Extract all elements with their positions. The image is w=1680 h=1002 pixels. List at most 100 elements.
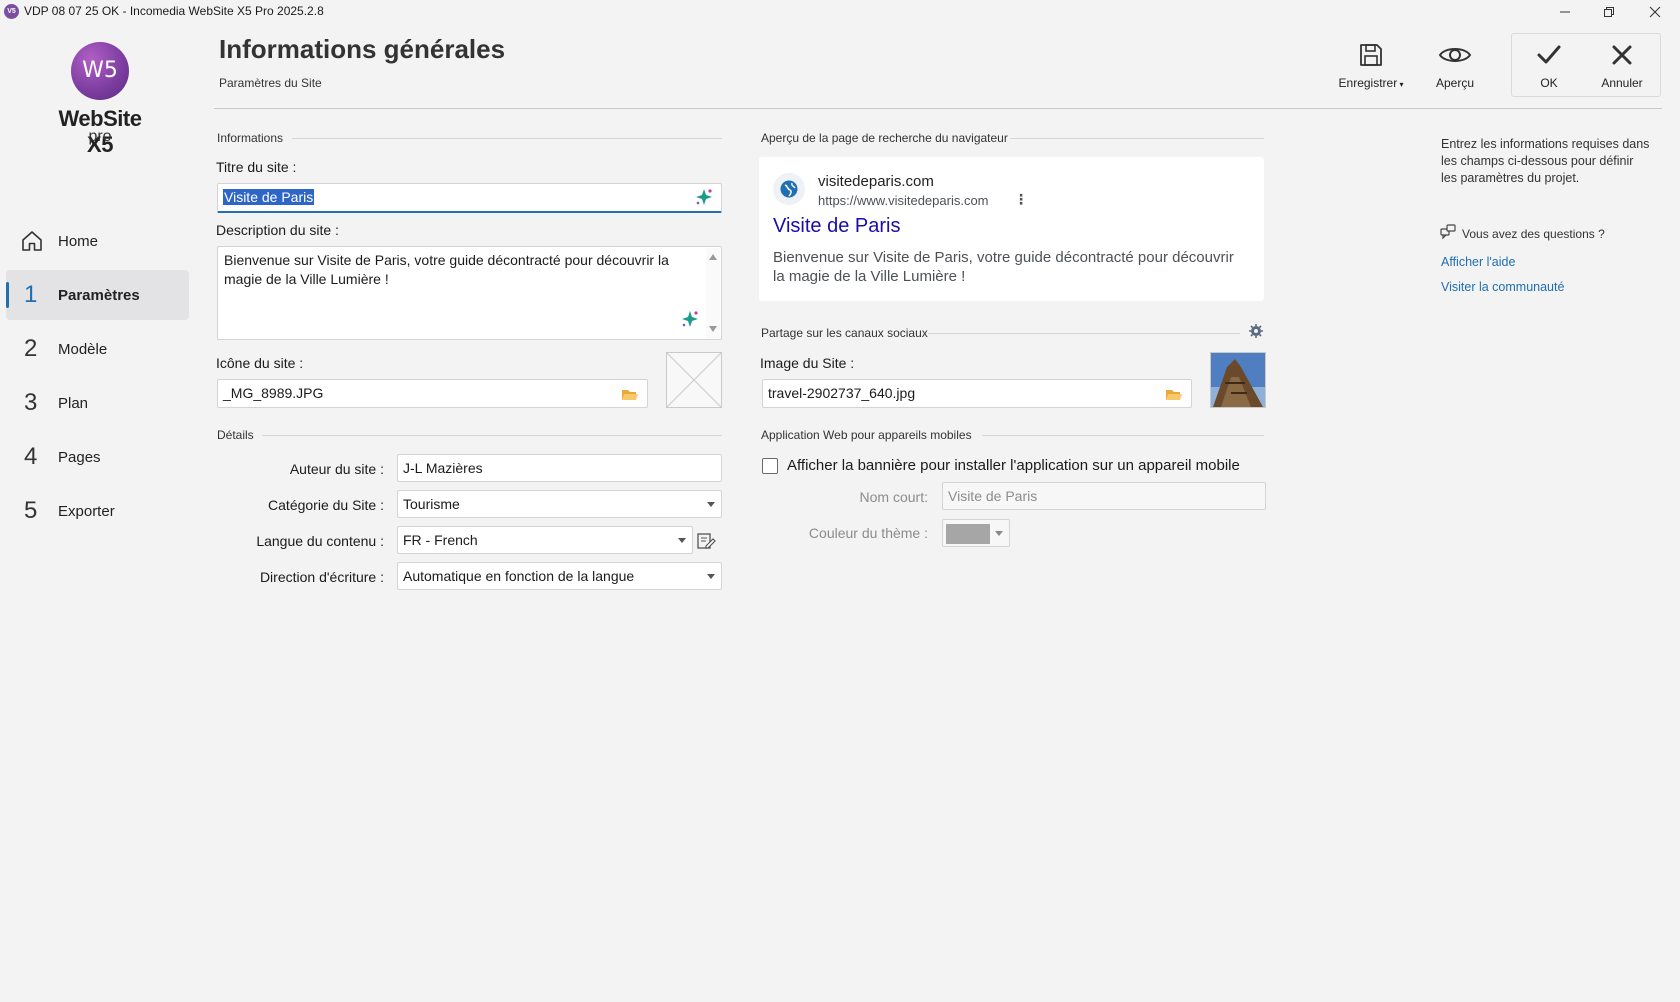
community-link[interactable]: Visiter la communauté: [1441, 280, 1564, 294]
direction-select[interactable]: Automatique en fonction de la langue: [397, 562, 722, 590]
chevron-down-icon: [678, 538, 686, 543]
sidebar-item-plan[interactable]: 3 Plan: [6, 378, 189, 428]
section-divider: [292, 138, 722, 139]
search-preview-section-title: Aperçu de la page de recherche du naviga…: [761, 131, 1008, 145]
more-options-icon: ⋮: [1014, 191, 1028, 207]
empty-image-icon: [666, 352, 722, 408]
app-icon: V5: [4, 4, 19, 19]
globe-icon: [773, 173, 805, 205]
category-select[interactable]: Tourisme: [397, 490, 722, 518]
restore-icon: [1604, 7, 1614, 17]
site-image-label: Image du Site :: [760, 355, 855, 371]
save-label: Enregistrer: [1338, 76, 1398, 90]
social-section-title: Partage sur les canaux sociaux: [761, 326, 928, 340]
direction-label: Direction d'écriture :: [259, 569, 384, 585]
save-icon: [1334, 38, 1408, 72]
help-question-text: Vous avez des questions ?: [1462, 226, 1605, 241]
site-image-value: travel-2902737_640.jpg: [768, 385, 916, 401]
banner-checkbox-label[interactable]: Afficher la bannière pour installer l'ap…: [787, 457, 1240, 474]
description-label: Description du site :: [216, 222, 339, 238]
logo-mark: W5: [71, 42, 129, 100]
cancel-label: Annuler: [1601, 76, 1643, 90]
sidebar-item-pages[interactable]: 4 Pages: [6, 432, 189, 482]
sidebar-item-parametres[interactable]: 1 Paramètres: [6, 270, 189, 320]
site-icon-placeholder[interactable]: [666, 352, 722, 408]
folder-open-icon[interactable]: [1165, 385, 1183, 407]
language-label: Langue du contenu :: [256, 533, 384, 549]
short-name-label: Nom court:: [859, 489, 928, 505]
category-value: Tourisme: [403, 496, 460, 512]
sidebar-nav: Home 1 Paramètres 2 Modèle 3 Plan 4 Page…: [6, 216, 189, 540]
theme-color-swatch: [946, 524, 990, 544]
theme-color-picker[interactable]: [942, 519, 1010, 547]
language-value: FR - French: [403, 532, 478, 548]
site-title-label: Titre du site :: [216, 159, 297, 175]
sidebar-item-label: Plan: [58, 394, 89, 412]
site-image-thumbnail[interactable]: [1210, 352, 1266, 408]
language-select[interactable]: FR - French: [397, 526, 693, 554]
close-icon: [1649, 6, 1661, 18]
sidebar-item-home[interactable]: Home: [6, 216, 189, 266]
help-intro: Entrez les informations requises dans le…: [1441, 137, 1650, 185]
site-title-input[interactable]: Visite de Paris: [217, 183, 722, 213]
sidebar-item-label: Exporter: [58, 502, 115, 520]
search-result-preview: visitedeparis.com https://www.visitedepa…: [759, 157, 1264, 301]
save-dropdown-icon[interactable]: ▾: [1397, 80, 1403, 89]
website-x5-logo: W5 WebSite X5 pro: [50, 42, 150, 157]
site-icon-value: _MG_8989.JPG: [223, 385, 324, 401]
minimize-button[interactable]: [1542, 0, 1588, 24]
ai-sparkle-icon[interactable]: [681, 310, 699, 333]
step-number: 2: [24, 335, 38, 362]
short-name-value: Visite de Paris: [948, 488, 1038, 504]
social-settings-icon[interactable]: [1248, 323, 1264, 344]
header-divider: [214, 108, 1662, 109]
chevron-down-icon: [707, 574, 715, 579]
window-title: VDP 08 07 25 OK - Incomedia WebSite X5 P…: [24, 4, 324, 18]
show-help-link[interactable]: Afficher l'aide: [1441, 255, 1515, 269]
restore-button[interactable]: [1586, 0, 1632, 24]
sidebar-item-label: Pages: [58, 448, 101, 466]
step-number: 1: [24, 281, 38, 308]
preview-label: Aperçu: [1435, 76, 1475, 90]
site-title-value: Visite de Paris: [223, 189, 315, 205]
home-icon: [6, 229, 46, 253]
description-textarea[interactable]: Bienvenue sur Visite de Paris, votre gui…: [217, 246, 722, 340]
preview-title: Visite de Paris: [773, 215, 901, 237]
minimize-icon: [1560, 11, 1570, 13]
author-input[interactable]: J-L Mazières: [397, 454, 722, 482]
sidebar-item-modele[interactable]: 2 Modèle: [6, 324, 189, 374]
step-number: 5: [24, 497, 38, 524]
ai-sparkle-icon[interactable]: [695, 188, 713, 211]
edit-language-icon[interactable]: [696, 531, 716, 556]
chevron-down-icon: [995, 531, 1003, 536]
banner-checkbox[interactable]: [762, 458, 778, 474]
sidebar-item-label: Modèle: [58, 340, 108, 358]
direction-value: Automatique en fonction de la langue: [403, 568, 635, 584]
short-name-input[interactable]: Visite de Paris: [942, 482, 1266, 510]
save-button[interactable]: Enregistrer ▾: [1334, 38, 1408, 98]
site-image-input[interactable]: travel-2902737_640.jpg: [762, 379, 1192, 408]
site-icon-label: Icône du site :: [216, 355, 304, 371]
logo-edition: pro: [88, 128, 112, 145]
author-value: J-L Mazières: [403, 460, 483, 476]
mobile-app-section-title: Application Web pour appareils mobiles: [761, 428, 972, 442]
site-icon-input[interactable]: _MG_8989.JPG: [217, 379, 648, 408]
close-window-button[interactable]: [1632, 0, 1678, 24]
preview-description: Bienvenue sur Visite de Paris, votre gui…: [773, 249, 1234, 285]
help-question: Vous avez des questions ?: [1440, 224, 1605, 243]
sidebar-item-label: Home: [58, 232, 99, 250]
sidebar-item-exporter[interactable]: 5 Exporter: [6, 486, 189, 536]
page-title: Informations générales: [219, 34, 506, 64]
preview-button[interactable]: Aperçu: [1418, 38, 1492, 98]
cancel-button[interactable]: Annuler: [1585, 38, 1659, 98]
step-number: 3: [24, 389, 38, 416]
folder-open-icon[interactable]: [621, 385, 639, 407]
section-divider: [1010, 138, 1264, 139]
details-section-title: Détails: [217, 428, 254, 442]
ok-button[interactable]: OK: [1512, 38, 1586, 98]
section-divider: [928, 333, 1240, 334]
category-label: Catégorie du Site :: [268, 497, 384, 513]
preview-site-name: visitedeparis.com: [818, 173, 934, 190]
description-scrollbar[interactable]: [706, 248, 720, 338]
description-value: Bienvenue sur Visite de Paris, votre gui…: [224, 252, 669, 287]
